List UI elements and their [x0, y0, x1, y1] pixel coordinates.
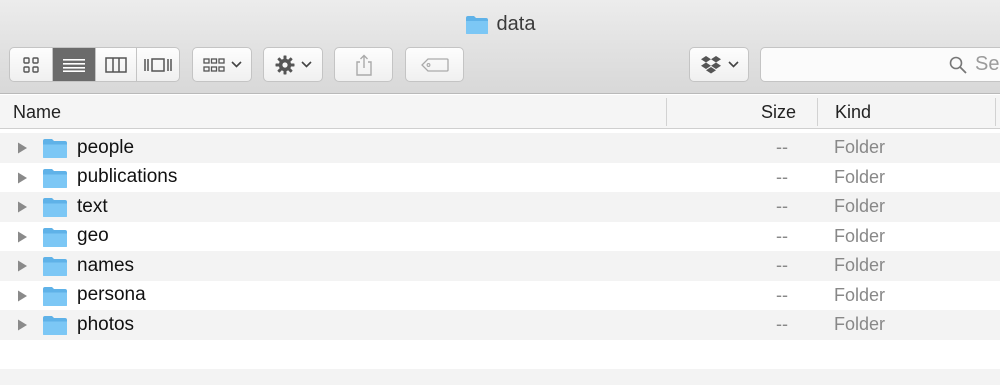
item-kind: Folder [834, 284, 886, 305]
column-size-label: Size [761, 101, 797, 122]
empty-row [0, 368, 1000, 385]
column-header: Name Size Kind [0, 95, 1000, 129]
arrange-grid-icon [202, 57, 225, 72]
item-size: -- [776, 196, 788, 217]
share-button[interactable] [334, 47, 393, 82]
column-view-button[interactable] [96, 48, 137, 81]
disclosure-triangle-icon[interactable] [16, 260, 28, 272]
action-button[interactable] [263, 47, 323, 82]
disclosure-triangle-icon[interactable] [16, 172, 28, 184]
column-view-icon [105, 56, 127, 73]
chevron-down-icon [300, 61, 312, 68]
dropbox-button[interactable] [689, 47, 749, 82]
tags-button[interactable] [405, 47, 464, 82]
item-size: -- [776, 166, 788, 187]
disclosure-triangle-icon[interactable] [16, 231, 28, 243]
list-view-button[interactable] [53, 48, 96, 81]
list-view-icon [63, 58, 86, 72]
chevron-down-icon [230, 61, 242, 68]
view-mode-control[interactable] [9, 47, 180, 82]
dropbox-icon [700, 55, 721, 73]
chevron-down-icon [727, 61, 739, 68]
item-kind: Folder [834, 166, 886, 187]
list-item[interactable]: people -- Folder [0, 133, 1000, 163]
gear-icon [275, 55, 294, 74]
column-size-header[interactable]: Size [761, 95, 796, 129]
search-placeholder: Se [975, 53, 1000, 75]
disclosure-triangle-icon[interactable] [16, 201, 28, 213]
item-name: persona [77, 284, 146, 306]
item-name: publications [77, 166, 178, 188]
icon-view-button[interactable] [10, 48, 54, 81]
folder-icon [43, 227, 67, 247]
column-name-label: Name [13, 101, 62, 122]
folder-icon [43, 139, 67, 158]
search-icon [949, 56, 967, 74]
list-item[interactable]: names -- Folder [0, 251, 1000, 281]
item-size: -- [776, 137, 788, 158]
item-name: people [77, 136, 135, 158]
item-name: names [77, 254, 135, 276]
disclosure-triangle-icon[interactable] [16, 319, 28, 331]
item-name: text [77, 195, 108, 217]
window-title: data [496, 13, 536, 35]
search-field[interactable]: Se [760, 47, 1000, 82]
column-divider[interactable] [817, 98, 818, 126]
file-list: people -- Folder publications -- Folder text --… [0, 133, 1000, 385]
disclosure-triangle-icon[interactable] [16, 290, 28, 302]
item-size: -- [776, 225, 788, 246]
column-divider[interactable] [666, 98, 667, 126]
folder-icon [43, 257, 67, 276]
item-kind: Folder [834, 314, 886, 335]
column-kind-header[interactable]: Kind [835, 95, 871, 129]
item-kind: Folder [834, 137, 886, 158]
list-item[interactable]: geo -- Folder [0, 222, 1000, 252]
cover-flow-icon [144, 57, 172, 72]
arrange-button[interactable] [192, 47, 252, 82]
folder-icon [465, 15, 488, 34]
item-size: -- [776, 255, 788, 276]
window-titlebar: data Se [0, 0, 1000, 94]
window-title-group: data [0, 13, 1000, 36]
tag-icon [420, 57, 449, 72]
share-icon [355, 54, 372, 76]
list-item[interactable]: text -- Folder [0, 192, 1000, 222]
item-size: -- [776, 314, 788, 335]
folder-icon [43, 198, 67, 217]
column-name-header[interactable]: Name [13, 95, 61, 129]
column-kind-label: Kind [835, 101, 872, 122]
folder-icon [43, 316, 67, 335]
cover-flow-button[interactable] [137, 48, 179, 81]
item-kind: Folder [834, 225, 886, 246]
item-name: photos [77, 313, 135, 335]
item-name: geo [77, 225, 109, 247]
list-item[interactable]: persona -- Folder [0, 281, 1000, 311]
item-kind: Folder [834, 255, 886, 276]
list-item[interactable]: photos -- Folder [0, 310, 1000, 340]
icon-view-icon [23, 56, 39, 73]
list-item[interactable]: publications -- Folder [0, 163, 1000, 193]
folder-icon [43, 286, 67, 306]
item-kind: Folder [834, 196, 886, 217]
column-divider[interactable] [995, 98, 996, 126]
folder-icon [43, 168, 67, 188]
disclosure-triangle-icon[interactable] [16, 142, 28, 154]
empty-row [0, 340, 1000, 369]
item-size: -- [776, 284, 788, 305]
